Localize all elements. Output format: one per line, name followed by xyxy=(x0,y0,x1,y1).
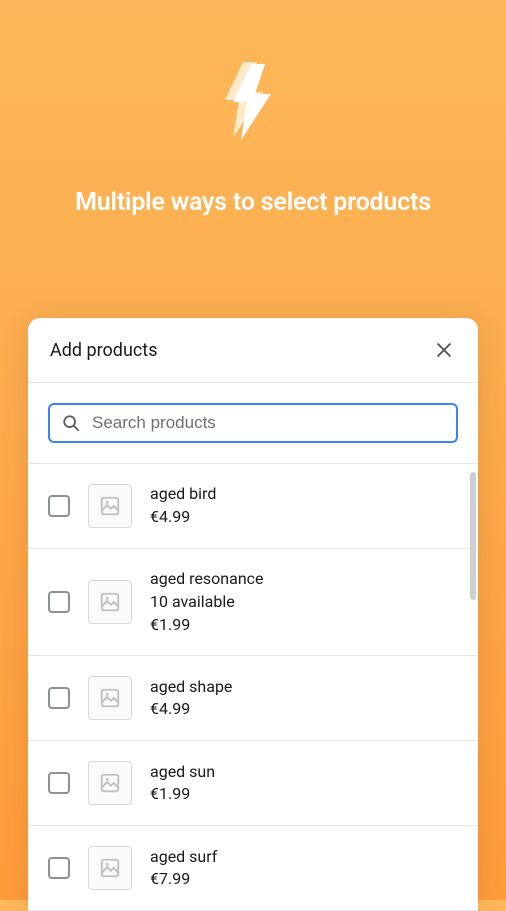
scrollbar[interactable] xyxy=(470,472,476,600)
product-price: €7.99 xyxy=(150,869,217,890)
product-checkbox[interactable] xyxy=(48,857,70,879)
product-checkbox[interactable] xyxy=(48,772,70,794)
product-thumbnail xyxy=(88,761,132,805)
image-placeholder-icon xyxy=(99,591,121,613)
image-placeholder-icon xyxy=(99,857,121,879)
product-info: aged bird €4.99 xyxy=(150,484,216,528)
product-checkbox[interactable] xyxy=(48,687,70,709)
product-name: aged bird xyxy=(150,484,216,505)
product-name: aged shape xyxy=(150,677,232,698)
search-input[interactable] xyxy=(92,413,444,433)
hero-title: Multiple ways to select products xyxy=(0,186,506,220)
product-row[interactable]: aged resonance 10 available €1.99 xyxy=(28,549,478,656)
product-list: aged bird €4.99 aged resonance 10 availa… xyxy=(28,463,478,911)
image-placeholder-icon xyxy=(99,495,121,517)
product-checkbox[interactable] xyxy=(48,495,70,517)
product-price: €4.99 xyxy=(150,507,216,528)
image-placeholder-icon xyxy=(99,687,121,709)
product-row[interactable]: aged shape €4.99 xyxy=(28,656,478,741)
product-row[interactable]: aged sun €1.99 xyxy=(28,741,478,826)
search-icon xyxy=(62,414,80,432)
close-button[interactable] xyxy=(432,338,456,362)
add-products-modal: Add products aged bird €4.99 xyxy=(28,318,478,911)
lightning-icon xyxy=(223,62,283,146)
modal-header: Add products xyxy=(28,318,478,383)
product-info: aged resonance 10 available €1.99 xyxy=(150,569,264,635)
search-wrapper xyxy=(28,383,478,463)
close-icon xyxy=(433,339,455,361)
product-info: aged shape €4.99 xyxy=(150,677,232,721)
product-thumbnail xyxy=(88,846,132,890)
product-info: aged sun €1.99 xyxy=(150,762,215,806)
product-name: aged resonance xyxy=(150,569,264,590)
image-placeholder-icon xyxy=(99,772,121,794)
hero-section: Multiple ways to select products xyxy=(0,0,506,220)
product-checkbox[interactable] xyxy=(48,591,70,613)
product-row[interactable]: aged bird €4.99 xyxy=(28,464,478,549)
product-price: €1.99 xyxy=(150,615,264,636)
product-thumbnail xyxy=(88,580,132,624)
product-info: aged surf €7.99 xyxy=(150,847,217,891)
product-thumbnail xyxy=(88,676,132,720)
product-price: €1.99 xyxy=(150,784,215,805)
product-row[interactable]: aged surf €7.99 xyxy=(28,826,478,911)
product-name: aged surf xyxy=(150,847,217,868)
product-thumbnail xyxy=(88,484,132,528)
search-box[interactable] xyxy=(48,403,458,443)
modal-title: Add products xyxy=(50,340,157,361)
product-availability: 10 available xyxy=(150,592,264,613)
product-name: aged sun xyxy=(150,762,215,783)
product-price: €4.99 xyxy=(150,699,232,720)
